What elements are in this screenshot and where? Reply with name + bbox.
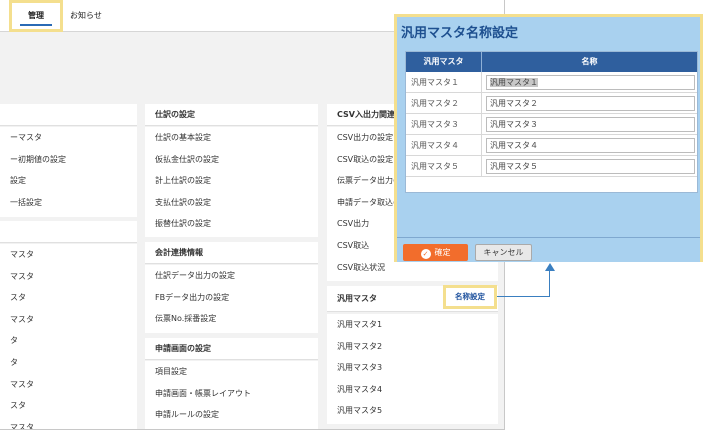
- table-row: 汎用マスタ５ 汎用マスタ５: [406, 156, 697, 177]
- connector-line-horizontal: [497, 296, 550, 297]
- row-label: 汎用マスタ１: [406, 72, 482, 93]
- list-item[interactable]: スタ: [0, 287, 137, 309]
- name-input-value: 汎用マスタ３: [490, 120, 538, 129]
- tab-notices-label: お知らせ: [70, 11, 102, 20]
- accounting-link-list: 仕訳データ出力の設定 FBデータ出力の設定 伝票No.採番設定: [145, 265, 318, 333]
- list-item[interactable]: マスタ: [0, 309, 137, 331]
- list-item[interactable]: 申請画面・帳票レイアウト: [145, 383, 318, 405]
- general-master-list: 汎用マスタ1 汎用マスタ2 汎用マスタ3 汎用マスタ4 汎用マスタ5: [327, 314, 498, 424]
- name-setting-link[interactable]: 名称設定: [443, 285, 497, 309]
- dialog-title: 汎用マスタ名称設定: [401, 26, 519, 41]
- list-item[interactable]: 仮払金仕訳の設定: [145, 149, 318, 171]
- row-label: 汎用マスタ４: [406, 135, 482, 156]
- table-row: 汎用マスタ１ 汎用マスタ１: [406, 72, 697, 93]
- journal-settings-title: 仕訳の設定: [145, 104, 318, 126]
- check-icon: ✓: [420, 249, 431, 259]
- arrow-up-icon: [545, 263, 555, 271]
- list-item[interactable]: ーマスタ: [0, 127, 137, 149]
- list-item[interactable]: スタ: [0, 395, 137, 417]
- name-input-value: 汎用マスタ５: [490, 162, 538, 171]
- table-row: 汎用マスタ４ 汎用マスタ４: [406, 135, 697, 156]
- table-row: 汎用マスタ２ 汎用マスタ２: [406, 93, 697, 114]
- application-screen-list: 項目設定 申請画面・帳票レイアウト 申請ルールの設定: [145, 361, 318, 429]
- tab-notices[interactable]: お知らせ: [70, 0, 102, 32]
- name-input[interactable]: 汎用マスタ１: [486, 75, 695, 90]
- column-header-master: 汎用マスタ: [406, 52, 482, 72]
- connector-line-vertical: [549, 270, 550, 297]
- list-item[interactable]: タ: [0, 330, 137, 352]
- name-input[interactable]: 汎用マスタ４: [486, 138, 695, 153]
- confirm-button-label: 確定: [434, 248, 451, 257]
- name-input-value: 汎用マスタ２: [490, 99, 538, 108]
- list-item[interactable]: 申請ルールの設定: [145, 404, 318, 426]
- list-item[interactable]: 項目設定: [145, 361, 318, 383]
- left-section2-list: マスタ マスタ スタ マスタ タ タ マスタ スタ マスタ: [0, 244, 137, 429]
- column-header-name: 名称: [581, 57, 598, 66]
- list-item[interactable]: 振替仕訳の設定: [145, 213, 318, 235]
- list-item[interactable]: 計上仕訳の設定: [145, 170, 318, 192]
- row-label: 汎用マスタ５: [406, 156, 482, 177]
- list-item[interactable]: 汎用マスタ4: [327, 379, 498, 401]
- name-table: 汎用マスタ 名称 汎用マスタ１ 汎用マスタ１ 汎用マスタ２ 汎用マスタ２ 汎用マ…: [405, 51, 698, 193]
- list-item[interactable]: タ: [0, 352, 137, 374]
- accounting-link-title: 会計連携情報: [145, 242, 318, 264]
- name-setting-dialog: 汎用マスタ名称設定 汎用マスタ 名称 汎用マスタ１ 汎用マスタ１ 汎用マスタ２ …: [394, 14, 703, 262]
- name-input[interactable]: 汎用マスタ５: [486, 159, 695, 174]
- name-input-value: 汎用マスタ１: [490, 78, 538, 87]
- row-label: 汎用マスタ２: [406, 93, 482, 114]
- name-input[interactable]: 汎用マスタ２: [486, 96, 695, 111]
- list-item[interactable]: 一括設定: [0, 192, 137, 214]
- name-input-value: 汎用マスタ４: [490, 141, 538, 150]
- cancel-button[interactable]: キャンセル: [475, 244, 532, 261]
- left-section1-list: ーマスタ ー初期値の設定 設定 一括設定: [0, 127, 137, 217]
- list-item[interactable]: 汎用マスタ1: [327, 314, 498, 336]
- tab-admin-label: 管理: [28, 11, 44, 20]
- list-item[interactable]: ー初期値の設定: [0, 149, 137, 171]
- list-item[interactable]: マスタ: [0, 417, 137, 429]
- list-item[interactable]: 設定: [0, 170, 137, 192]
- left-section1-title: [0, 104, 137, 126]
- table-row: 汎用マスタ３ 汎用マスタ３: [406, 114, 697, 135]
- tab-admin[interactable]: 管理: [9, 0, 63, 32]
- list-item[interactable]: 伝票No.採番設定: [145, 308, 318, 330]
- list-item[interactable]: 仕訳の基本設定: [145, 127, 318, 149]
- list-item[interactable]: 仕訳データ出力の設定: [145, 265, 318, 287]
- application-screen-title: 申請画面の設定: [145, 338, 318, 360]
- name-input[interactable]: 汎用マスタ３: [486, 117, 695, 132]
- journal-settings-list: 仕訳の基本設定 仮払金仕訳の設定 計上仕訳の設定 支払仕訳の設定 振替仕訳の設定: [145, 127, 318, 237]
- table-header: 汎用マスタ 名称: [406, 52, 697, 72]
- active-tab-underline: [20, 24, 52, 26]
- confirm-button[interactable]: ✓ 確定: [403, 244, 468, 261]
- list-item[interactable]: マスタ: [0, 244, 137, 266]
- list-item[interactable]: 汎用マスタ2: [327, 336, 498, 358]
- left-section2-title: [0, 221, 137, 243]
- list-item[interactable]: マスタ: [0, 266, 137, 288]
- list-item[interactable]: 支払仕訳の設定: [145, 192, 318, 214]
- row-label: 汎用マスタ３: [406, 114, 482, 135]
- list-item[interactable]: 汎用マスタ5: [327, 400, 498, 422]
- list-item[interactable]: マスタ: [0, 374, 137, 396]
- list-item[interactable]: FBデータ出力の設定: [145, 287, 318, 309]
- list-item[interactable]: 汎用マスタ3: [327, 357, 498, 379]
